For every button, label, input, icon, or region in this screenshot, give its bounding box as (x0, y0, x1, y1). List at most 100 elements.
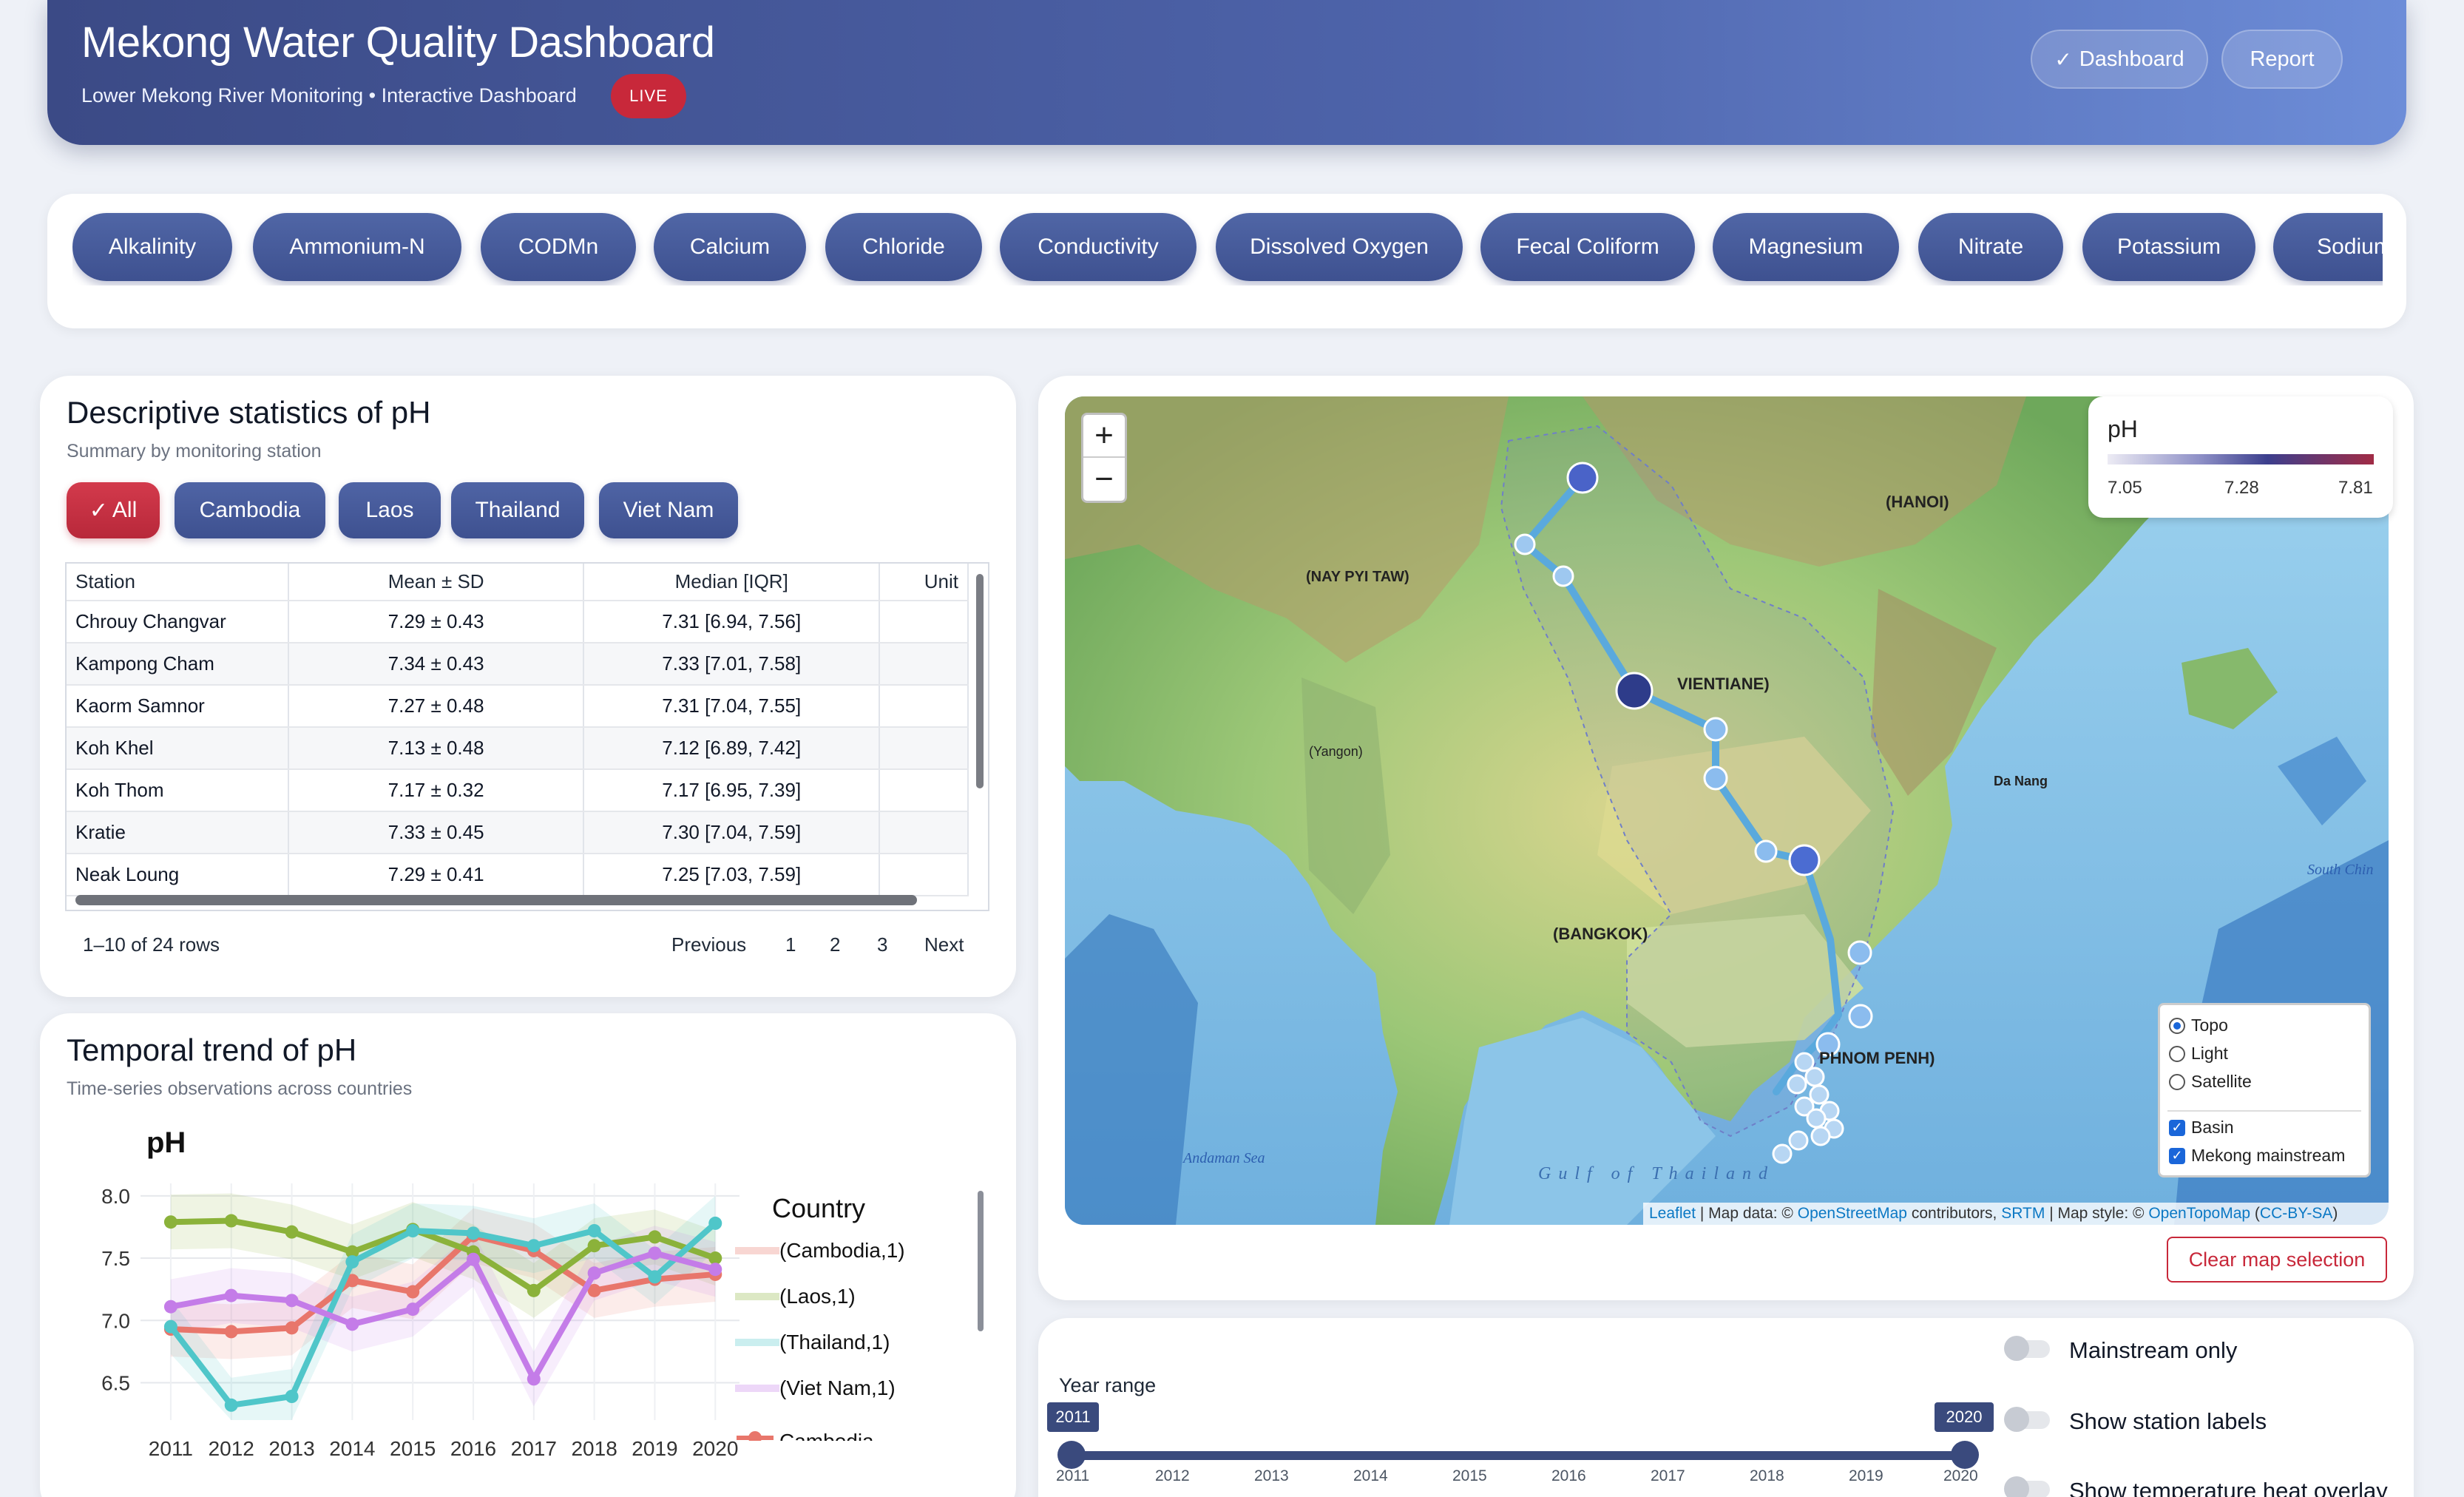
data-point[interactable] (527, 1239, 541, 1253)
mainstream-only-toggle[interactable] (2004, 1336, 2050, 1361)
x-tick-label: 2019 (632, 1437, 677, 1460)
legend-item[interactable]: Cambodia (779, 1430, 874, 1453)
legend-scrollbar[interactable] (978, 1191, 984, 1331)
attr-cc-link[interactable]: CC-BY-SA (2260, 1205, 2332, 1223)
filter-all[interactable]: ✓ All (67, 482, 160, 538)
variable-button[interactable]: Nitrate (1918, 213, 2063, 281)
col-median[interactable]: Median [IQR] (583, 564, 881, 601)
check-icon: ✓ (89, 498, 108, 523)
variable-button[interactable]: Calcium (654, 213, 806, 281)
data-point[interactable] (285, 1390, 299, 1403)
data-point[interactable] (648, 1270, 662, 1284)
legend-item[interactable]: (Viet Nam,1) (779, 1376, 896, 1399)
data-point[interactable] (406, 1302, 420, 1317)
variable-button[interactable]: Fecal Coliform (1480, 213, 1695, 281)
cell-station: Koh Thom (67, 769, 289, 812)
variable-button[interactable]: Ammonium-N (253, 213, 461, 281)
data-point[interactable] (527, 1372, 541, 1386)
variable-button[interactable]: Chloride (825, 213, 982, 281)
zoom-in-button[interactable]: + (1083, 415, 1125, 458)
table-vertical-scrollbar[interactable] (976, 574, 984, 788)
trend-subtitle: Time-series observations across countrie… (67, 1078, 413, 1099)
pager-next[interactable]: Next (924, 933, 964, 956)
table-horizontal-scrollbar[interactable] (75, 895, 917, 905)
data-point[interactable] (163, 1319, 177, 1334)
variable-button[interactable]: CODMn (481, 213, 636, 281)
col-station[interactable]: Station (67, 564, 289, 601)
filter-viet-nam[interactable]: Viet Nam (599, 482, 738, 538)
overlay-basin[interactable]: ✓ Basin (2169, 1118, 2234, 1138)
variable-button[interactable]: Magnesium (1713, 213, 1899, 281)
report-button[interactable]: Report (2221, 30, 2343, 89)
pager-page-2[interactable]: 2 (830, 933, 840, 956)
data-point[interactable] (285, 1225, 299, 1239)
data-point[interactable] (708, 1263, 722, 1277)
stats-title: Descriptive statistics of pH (67, 395, 431, 430)
station-labels-toggle[interactable] (2004, 1407, 2050, 1432)
variable-button[interactable]: Potassium (2082, 213, 2255, 281)
variable-button[interactable]: Conductivity (1000, 213, 1197, 281)
data-point[interactable] (163, 1300, 177, 1314)
pager-page-1[interactable]: 1 (785, 933, 796, 956)
col-mean[interactable]: Mean ± SD (288, 564, 585, 601)
year-max-handle[interactable] (1951, 1441, 1979, 1469)
year-tick: 2015 (1452, 1467, 1487, 1484)
data-point[interactable] (708, 1216, 722, 1230)
variable-button[interactable]: Sodium (2273, 213, 2383, 281)
clear-map-selection-button[interactable]: Clear map selection (2167, 1237, 2387, 1283)
pager-page-3[interactable]: 3 (877, 933, 887, 956)
map-label-hanoi: (HANOI) (1886, 493, 1949, 511)
legend-item[interactable]: (Laos,1) (779, 1285, 856, 1308)
data-point[interactable] (345, 1317, 359, 1331)
x-tick-label: 2018 (571, 1437, 617, 1460)
checkbox-icon[interactable]: ✓ (2169, 1147, 2185, 1164)
data-point[interactable] (467, 1226, 480, 1240)
year-range-track[interactable] (1069, 1451, 1966, 1460)
data-point[interactable] (163, 1215, 177, 1229)
data-point[interactable] (406, 1285, 420, 1299)
layer-satellite[interactable]: Satellite (2169, 1072, 2252, 1092)
dashboard-button[interactable]: ✓ Dashboard (2031, 30, 2208, 89)
data-point[interactable] (224, 1325, 238, 1339)
data-point[interactable] (648, 1230, 662, 1244)
filter-laos[interactable]: Laos (339, 482, 441, 538)
variable-button[interactable]: Alkalinity (72, 213, 232, 281)
heat-overlay-toggle[interactable] (2004, 1476, 2050, 1497)
data-point[interactable] (345, 1255, 359, 1269)
data-point[interactable] (648, 1246, 662, 1260)
map-label-south-china: South Chin (2307, 862, 2373, 878)
year-min-handle[interactable] (1057, 1441, 1086, 1469)
legend-item[interactable]: (Cambodia,1) (779, 1239, 905, 1262)
filter-cambodia[interactable]: Cambodia (175, 482, 325, 538)
cell-mean: 7.34 ± 0.43 (288, 643, 585, 686)
checkbox-icon[interactable]: ✓ (2169, 1119, 2185, 1136)
data-point[interactable] (527, 1283, 541, 1297)
table-row: Neak Loung 7.29 ± 0.41 7.25 [7.03, 7.59] (67, 854, 969, 896)
filter-thailand[interactable]: Thailand (451, 482, 584, 538)
legend-item[interactable]: (Thailand,1) (779, 1331, 890, 1354)
data-point[interactable] (224, 1214, 238, 1228)
data-point[interactable] (467, 1252, 480, 1266)
data-point[interactable] (587, 1224, 601, 1237)
data-point[interactable] (224, 1288, 238, 1302)
overlay-mainstream[interactable]: ✓ Mekong mainstream (2169, 1146, 2345, 1166)
data-point[interactable] (285, 1321, 299, 1335)
layer-topo[interactable]: Topo (2169, 1016, 2228, 1035)
layer-light[interactable]: Light (2169, 1044, 2228, 1064)
radio-icon[interactable] (2169, 1073, 2185, 1090)
radio-icon[interactable] (2169, 1017, 2185, 1034)
attr-otm-link[interactable]: OpenTopoMap (2148, 1205, 2250, 1223)
pager-previous[interactable]: Previous (671, 933, 746, 956)
zoom-out-button[interactable]: − (1083, 458, 1125, 501)
radio-icon[interactable] (2169, 1045, 2185, 1062)
data-point[interactable] (587, 1266, 601, 1280)
attr-leaflet-link[interactable]: Leaflet (1649, 1205, 1696, 1223)
attr-osm-link[interactable]: OpenStreetMap (1798, 1205, 1907, 1223)
data-point[interactable] (285, 1294, 299, 1308)
attr-srtm-link[interactable]: SRTM (2001, 1205, 2045, 1223)
col-unit[interactable]: Unit (879, 564, 969, 601)
variable-button[interactable]: Dissolved Oxygen (1216, 213, 1463, 281)
data-point[interactable] (224, 1398, 238, 1412)
data-point[interactable] (587, 1239, 601, 1253)
data-point[interactable] (406, 1224, 420, 1237)
